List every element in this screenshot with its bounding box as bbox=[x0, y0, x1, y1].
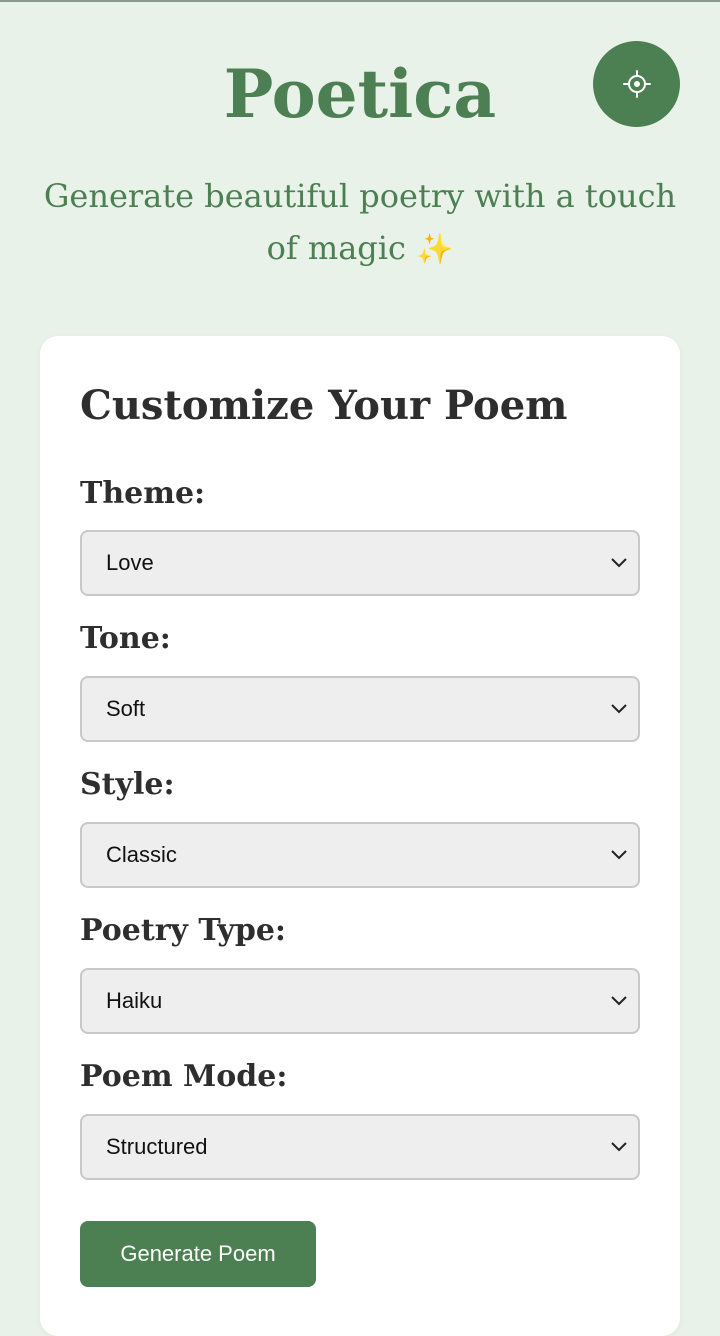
tone-select-value: Soft bbox=[106, 696, 146, 721]
poetry-type-select-value: Haiku bbox=[106, 988, 163, 1013]
chevron-down-icon bbox=[611, 850, 627, 860]
theme-select[interactable]: Love bbox=[80, 530, 640, 596]
theme-toggle-button[interactable] bbox=[593, 41, 680, 127]
generate-poem-button[interactable]: Generate Poem bbox=[80, 1221, 316, 1287]
poem-mode-label: Poem Mode: bbox=[80, 1059, 288, 1094]
poetry-type-select[interactable]: Haiku bbox=[80, 968, 640, 1034]
poem-mode-select[interactable]: Structured bbox=[80, 1114, 640, 1180]
chevron-down-icon bbox=[611, 558, 627, 568]
tone-label: Tone: bbox=[80, 621, 171, 656]
style-label: Style: bbox=[80, 767, 175, 802]
poem-settings-card: Customize Your Poem Theme: Love Tone: So… bbox=[40, 336, 680, 1336]
sparkles-icon: ✨ bbox=[416, 232, 454, 267]
theme-select-value: Love bbox=[106, 550, 154, 575]
chevron-down-icon bbox=[611, 704, 627, 714]
chevron-down-icon bbox=[611, 1142, 627, 1152]
style-select[interactable]: Classic bbox=[80, 822, 640, 888]
sun-icon bbox=[622, 70, 651, 98]
poetry-type-label: Poetry Type: bbox=[80, 913, 286, 948]
tone-select[interactable]: Soft bbox=[80, 676, 640, 742]
poem-mode-select-value: Structured bbox=[106, 1134, 208, 1159]
card-title: Customize Your Poem bbox=[80, 382, 568, 429]
tagline-text: Generate beautiful poetry with a touch o… bbox=[43, 177, 677, 267]
app-header: Poetica Generate beautiful poetry with a… bbox=[0, 2, 720, 332]
chevron-down-icon bbox=[611, 996, 627, 1006]
tagline: Generate beautiful poetry with a touch o… bbox=[40, 170, 680, 276]
theme-label: Theme: bbox=[80, 476, 206, 511]
style-select-value: Classic bbox=[106, 842, 177, 867]
